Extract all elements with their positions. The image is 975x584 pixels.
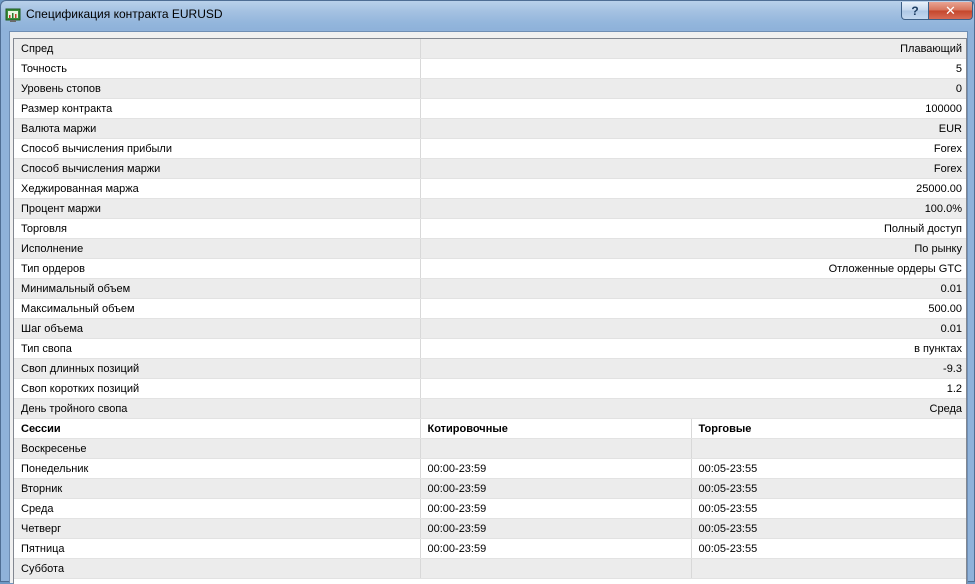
session-day: Пятница	[14, 538, 420, 559]
session-quote-time: 00:00-23:59	[419, 538, 691, 559]
session-row[interactable]: Четверг 00:00-23:59 00:05-23:55	[14, 518, 966, 539]
window-title: Спецификация контракта EURUSD	[26, 7, 223, 21]
sessions-header-quote: Котировочные	[419, 418, 691, 439]
session-quote-time	[419, 438, 691, 459]
spec-label: Тип ордеров	[14, 258, 420, 279]
spec-row[interactable]: Размер контракта 100000	[14, 98, 966, 119]
spec-label: Спред	[14, 39, 420, 59]
spec-row[interactable]: Максимальный объем 500.00	[14, 298, 966, 319]
spec-row[interactable]: Торговля Полный доступ	[14, 218, 966, 239]
close-icon: ✕	[945, 2, 956, 18]
spec-label: Уровень стопов	[14, 78, 420, 99]
spec-row[interactable]: Способ вычисления маржи Forex	[14, 158, 966, 179]
spec-row[interactable]: Тип ордеров Отложенные ордеры GTC	[14, 258, 966, 279]
session-trade-time: 00:05-23:55	[690, 498, 966, 519]
spec-table: Спред Плавающий Точность 5 Уровень стопов 0 Ра…	[14, 39, 966, 579]
spec-value: Среда	[419, 398, 966, 419]
session-trade-time	[690, 558, 966, 579]
spec-label: Минимальный объем	[14, 278, 420, 299]
spec-value: Forex	[419, 158, 966, 179]
spec-row[interactable]: Тип свопа в пунктах	[14, 338, 966, 359]
session-quote-time: 00:00-23:59	[419, 458, 691, 479]
spec-value: Полный доступ	[419, 218, 966, 239]
spec-value: 500.00	[419, 298, 966, 319]
title-bar[interactable]: Спецификация контракта EURUSD ? ✕	[1, 1, 974, 29]
session-quote-time: 00:00-23:59	[419, 498, 691, 519]
spec-value: 0.01	[419, 278, 966, 299]
session-trade-time: 00:05-23:55	[690, 538, 966, 559]
session-day: Суббота	[14, 558, 420, 579]
dialog-client-area: Спред Плавающий Точность 5 Уровень стопов 0 Ра…	[9, 31, 968, 584]
terminal-chart-icon	[5, 8, 21, 22]
spec-label: Процент маржи	[14, 198, 420, 219]
spec-value: Forex	[419, 138, 966, 159]
sessions-header-trade: Торговые	[690, 418, 966, 439]
help-button[interactable]: ?	[901, 2, 929, 20]
spec-value: 100000	[419, 98, 966, 119]
session-day: Вторник	[14, 478, 420, 499]
session-quote-time: 00:00-23:59	[419, 478, 691, 499]
spec-label: Тип свопа	[14, 338, 420, 359]
spec-label: Своп коротких позиций	[14, 378, 420, 399]
sessions-header-day: Сессии	[14, 418, 420, 439]
spec-row[interactable]: Уровень стопов 0	[14, 78, 966, 99]
spec-row[interactable]: День тройного свопа Среда	[14, 398, 966, 419]
session-trade-time: 00:05-23:55	[690, 478, 966, 499]
spec-value: 0	[419, 78, 966, 99]
spec-label: Точность	[14, 58, 420, 79]
spec-label: Шаг объема	[14, 318, 420, 339]
session-quote-time: 00:00-23:59	[419, 518, 691, 539]
spec-label: День тройного свопа	[14, 398, 420, 419]
session-row[interactable]: Пятница 00:00-23:59 00:05-23:55	[14, 538, 966, 559]
spec-label: Способ вычисления прибыли	[14, 138, 420, 159]
spec-value: 0.01	[419, 318, 966, 339]
spec-value: 5	[419, 58, 966, 79]
spec-value: в пунктах	[419, 338, 966, 359]
spec-label: Максимальный объем	[14, 298, 420, 319]
spec-row[interactable]: Валюта маржи EUR	[14, 118, 966, 139]
session-row[interactable]: Среда 00:00-23:59 00:05-23:55	[14, 498, 966, 519]
session-day: Четверг	[14, 518, 420, 539]
sessions-header-row: Сессии Котировочные Торговые	[14, 418, 966, 439]
session-trade-time: 00:05-23:55	[690, 518, 966, 539]
spec-value: 1.2	[419, 378, 966, 399]
spec-row[interactable]: Хеджированная маржа 25000.00	[14, 178, 966, 199]
contract-spec-window: Спецификация контракта EURUSD ? ✕ Спред П…	[0, 0, 975, 584]
session-day: Понедельник	[14, 458, 420, 479]
spec-value: -9.3	[419, 358, 966, 379]
spec-row[interactable]: Точность 5	[14, 58, 966, 79]
spec-row[interactable]: Минимальный объем 0.01	[14, 278, 966, 299]
spec-row[interactable]: Исполнение По рынку	[14, 238, 966, 259]
spec-row[interactable]: Своп коротких позиций 1.2	[14, 378, 966, 399]
spec-label: Хеджированная маржа	[14, 178, 420, 199]
session-row[interactable]: Суббота	[14, 558, 966, 579]
spec-label: Исполнение	[14, 238, 420, 259]
spec-value: Плавающий	[419, 39, 966, 59]
session-day: Воскресенье	[14, 438, 420, 459]
spec-label: Своп длинных позиций	[14, 358, 420, 379]
spec-value: Отложенные ордеры GTC	[419, 258, 966, 279]
session-day: Среда	[14, 498, 420, 519]
spec-value: 25000.00	[419, 178, 966, 199]
session-trade-time: 00:05-23:55	[690, 458, 966, 479]
spec-label: Способ вычисления маржи	[14, 158, 420, 179]
session-quote-time	[419, 558, 691, 579]
session-row[interactable]: Воскресенье	[14, 438, 966, 459]
session-row[interactable]: Понедельник 00:00-23:59 00:05-23:55	[14, 458, 966, 479]
spec-list[interactable]: Спред Плавающий Точность 5 Уровень стопов 0 Ра…	[13, 38, 967, 584]
spec-value: EUR	[419, 118, 966, 139]
spec-row[interactable]: Способ вычисления прибыли Forex	[14, 138, 966, 159]
spec-label: Валюта маржи	[14, 118, 420, 139]
spec-row[interactable]: Своп длинных позиций -9.3	[14, 358, 966, 379]
spec-row[interactable]: Процент маржи 100.0%	[14, 198, 966, 219]
spec-row[interactable]: Шаг объема 0.01	[14, 318, 966, 339]
spec-value: 100.0%	[419, 198, 966, 219]
session-row[interactable]: Вторник 00:00-23:59 00:05-23:55	[14, 478, 966, 499]
session-trade-time	[690, 438, 966, 459]
spec-value: По рынку	[419, 238, 966, 259]
spec-row[interactable]: Спред Плавающий	[14, 39, 966, 59]
spec-label: Торговля	[14, 218, 420, 239]
close-button[interactable]: ✕	[928, 2, 973, 20]
spec-label: Размер контракта	[14, 98, 420, 119]
